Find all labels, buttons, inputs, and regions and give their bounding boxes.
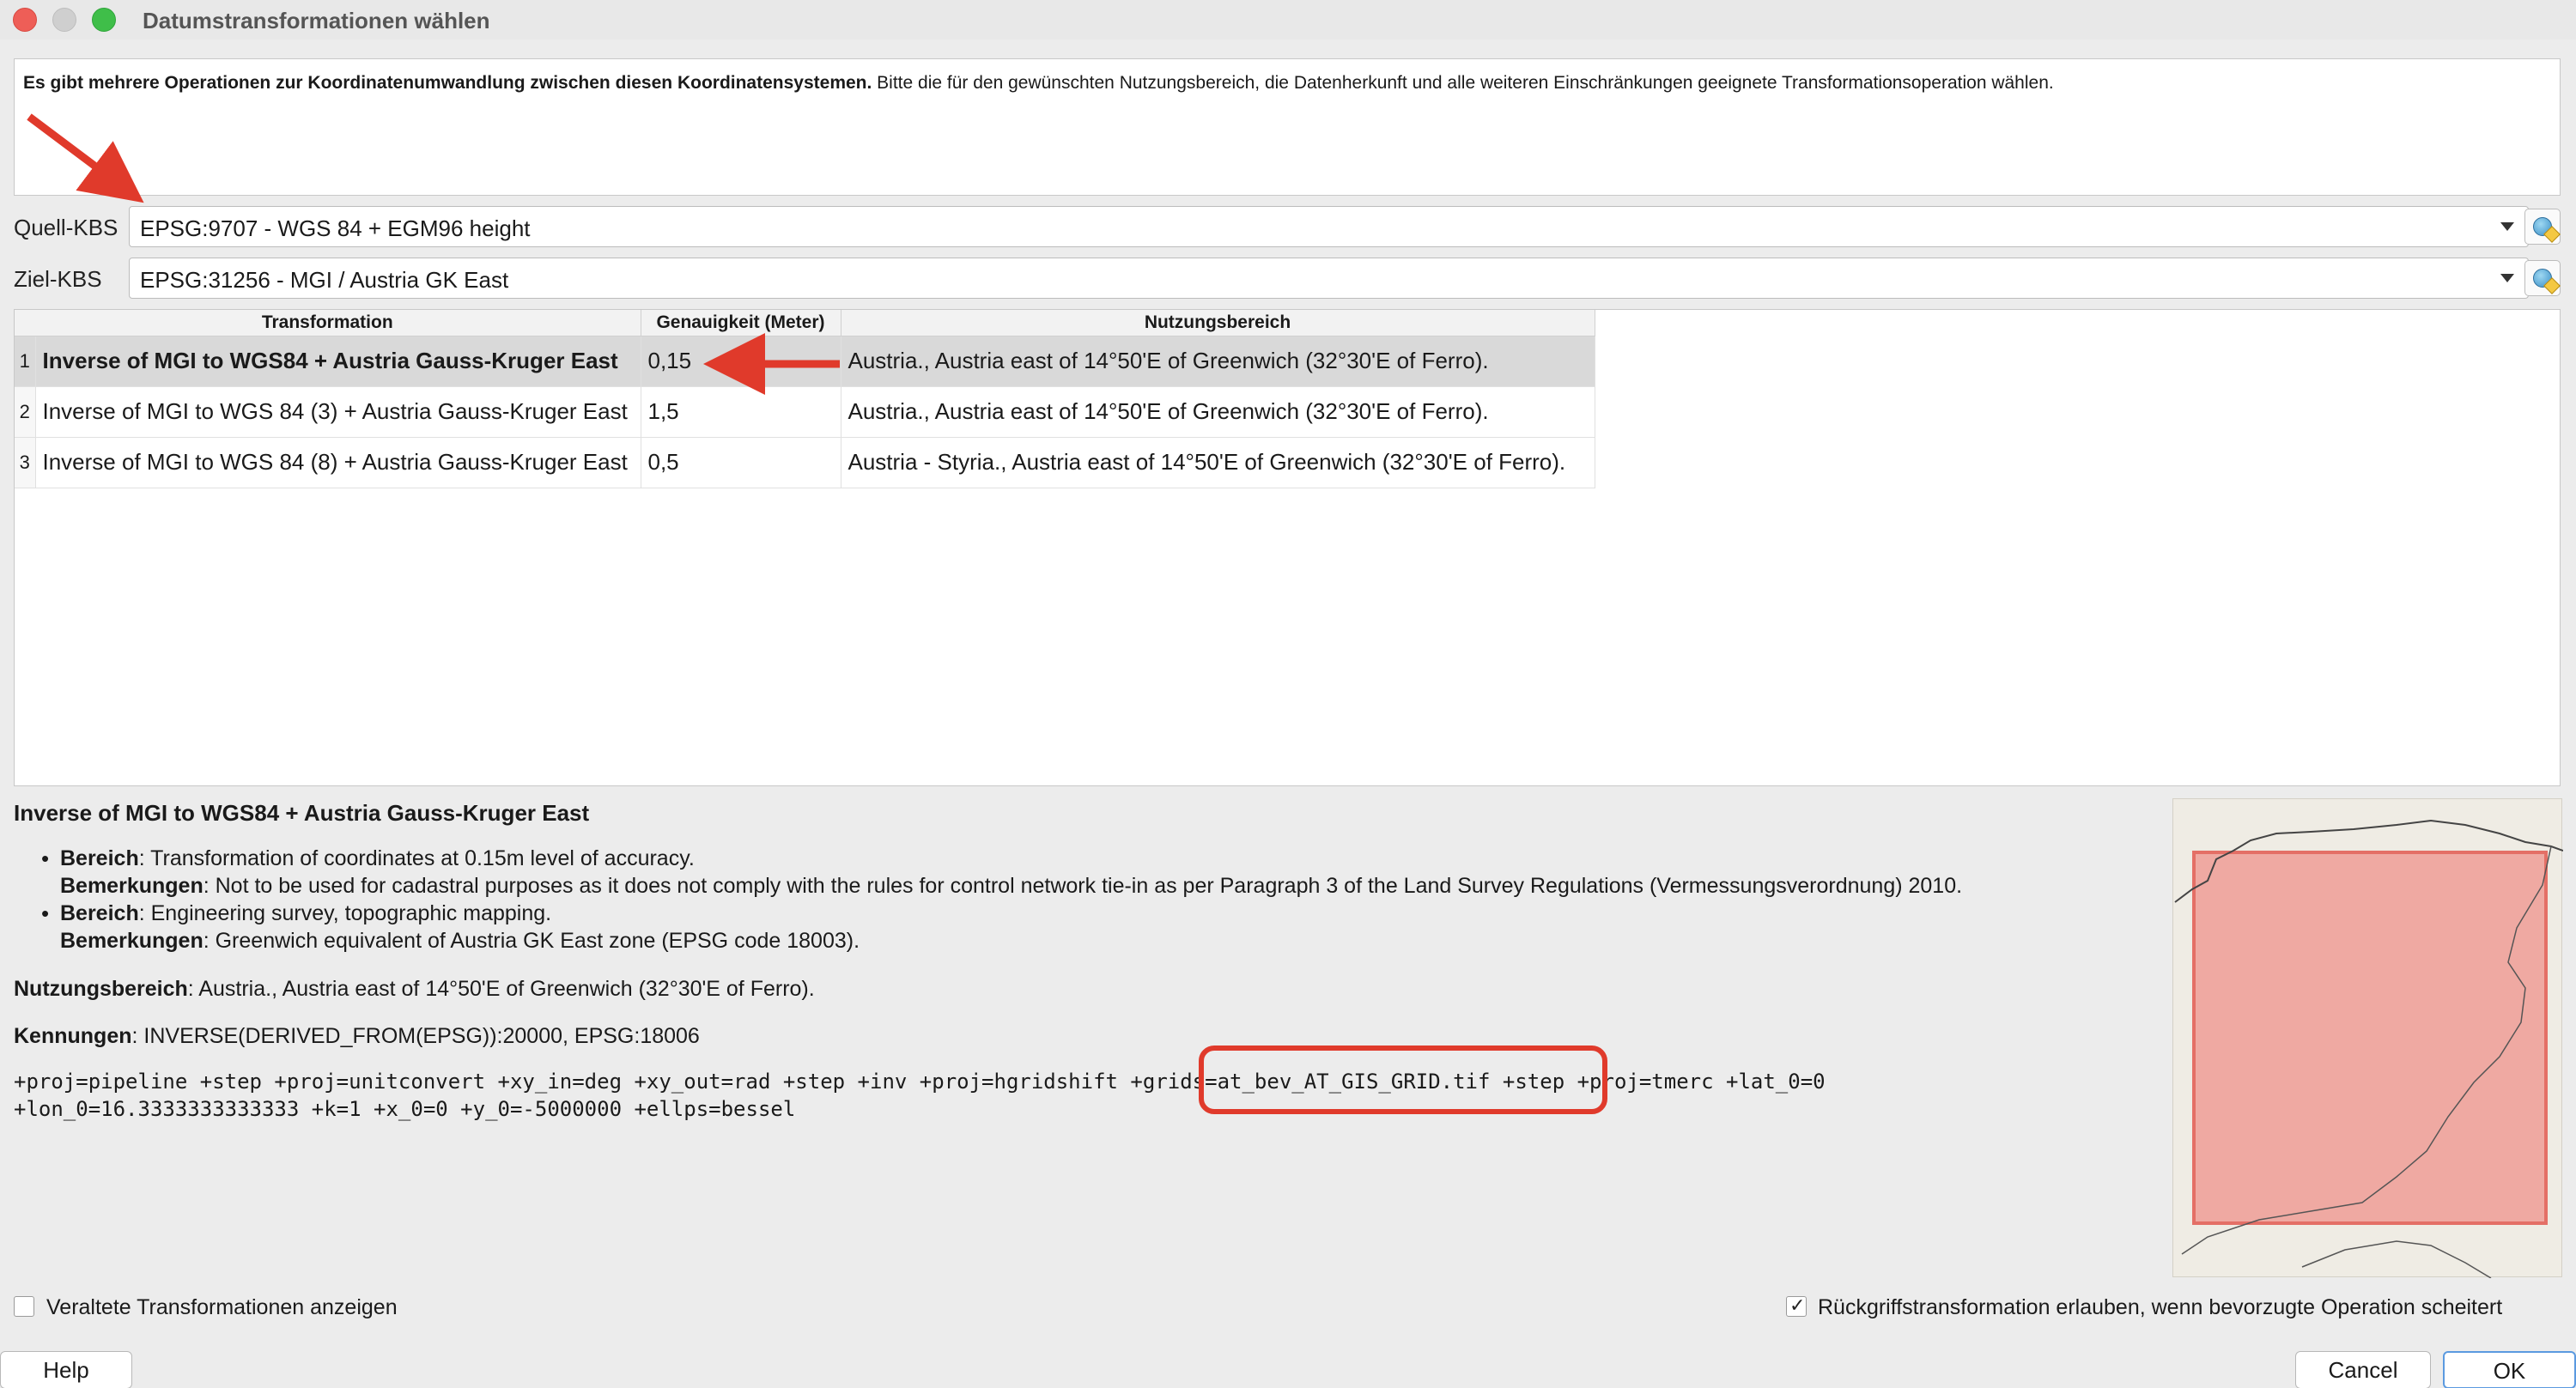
list-item: Bereich: Transformation of coordinates a… bbox=[41, 845, 1963, 900]
table-row[interactable]: 2 Inverse of MGI to WGS 84 (3) + Austria… bbox=[15, 386, 1595, 438]
transformation-cell: Inverse of MGI to WGS 84 (8) + Austria G… bbox=[35, 437, 641, 488]
maximize-window-button[interactable] bbox=[92, 8, 116, 32]
target-crs-label: Ziel-KBS bbox=[14, 266, 102, 292]
remarks-label: Bemerkungen bbox=[60, 874, 204, 898]
ok-button[interactable]: OK bbox=[2443, 1351, 2576, 1388]
column-header-area[interactable]: Nutzungsbereich bbox=[841, 310, 1595, 336]
area-cell: Austria., Austria east of 14°50'E of Gre… bbox=[841, 336, 1595, 387]
close-window-button[interactable] bbox=[13, 8, 37, 32]
scope-label: Bereich bbox=[60, 901, 139, 925]
checkmark-icon: ✓ bbox=[1789, 1294, 1806, 1316]
table-row[interactable]: 1 Inverse of MGI to WGS84 + Austria Gaus… bbox=[15, 336, 1595, 387]
extent-rectangle bbox=[2192, 851, 2548, 1225]
show-deprecated-label[interactable]: Veraltete Transformationen anzeigen bbox=[46, 1295, 398, 1320]
source-crs-value: EPSG:9707 - WGS 84 + EGM96 height bbox=[140, 215, 531, 241]
area-cell: Austria., Austria east of 14°50'E of Gre… bbox=[841, 386, 1595, 438]
column-header-accuracy[interactable]: Genauigkeit (Meter) bbox=[641, 310, 841, 336]
country-border bbox=[2301, 1240, 2492, 1278]
target-crs-combobox[interactable]: EPSG:31256 - MGI / Austria GK East bbox=[129, 258, 2529, 299]
help-button[interactable]: Help bbox=[0, 1351, 132, 1388]
source-crs-combobox[interactable]: EPSG:9707 - WGS 84 + EGM96 height bbox=[129, 206, 2529, 247]
row-number: 3 bbox=[15, 437, 36, 488]
details-area: Nutzungsbereich: Austria., Austria east … bbox=[14, 977, 815, 1002]
target-crs-value: EPSG:31256 - MGI / Austria GK East bbox=[140, 267, 509, 293]
area-label: Nutzungsbereich bbox=[14, 977, 188, 1001]
details-title: Inverse of MGI to WGS84 + Austria Gauss-… bbox=[14, 800, 590, 826]
minimize-window-button[interactable] bbox=[52, 8, 76, 32]
accuracy-cell: 0,5 bbox=[641, 437, 841, 488]
remarks-label: Bemerkungen bbox=[60, 929, 204, 953]
target-crs-select-button[interactable] bbox=[2524, 260, 2561, 296]
cancel-button[interactable]: Cancel bbox=[2295, 1351, 2431, 1388]
extent-map-graphic bbox=[2174, 819, 2563, 1278]
globe-icon bbox=[2533, 217, 2552, 236]
proj-string-line-2: +lon_0=16.3333333333333 +k=1 +x_0=0 +y_0… bbox=[14, 1097, 796, 1121]
proj-string-line-1: +proj=pipeline +step +proj=unitconvert +… bbox=[14, 1070, 1826, 1094]
source-crs-row: Quell-KBS EPSG:9707 - WGS 84 + EGM96 hei… bbox=[14, 206, 2561, 247]
extent-map bbox=[2172, 798, 2563, 1278]
remarks-text: : Greenwich equivalent of Austria GK Eas… bbox=[203, 929, 860, 953]
target-crs-row: Ziel-KBS EPSG:31256 - MGI / Austria GK E… bbox=[14, 258, 2561, 299]
column-header-transformation[interactable]: Transformation bbox=[15, 310, 641, 336]
proj-string: +proj=pipeline +step +proj=unitconvert +… bbox=[14, 1068, 1989, 1123]
grid-file-highlight bbox=[1199, 1046, 1607, 1114]
title-bar: Datumstransformationen wählen bbox=[0, 0, 2576, 39]
info-message-text: Bitte die für den gewünschten Nutzungsbe… bbox=[872, 73, 2054, 93]
row-number: 1 bbox=[15, 336, 36, 387]
allow-fallback-checkbox[interactable]: ✓ bbox=[1786, 1294, 1807, 1317]
chevron-down-icon bbox=[2500, 274, 2514, 282]
scope-label: Bereich bbox=[60, 846, 139, 870]
identifiers-label: Kennungen bbox=[14, 1024, 132, 1048]
transformation-cell: Inverse of MGI to WGS 84 (3) + Austria G… bbox=[35, 386, 641, 438]
chevron-down-icon bbox=[2500, 222, 2514, 231]
area-text: : Austria., Austria east of 14°50'E of G… bbox=[187, 977, 815, 1001]
show-deprecated-checkbox[interactable] bbox=[14, 1296, 34, 1317]
scope-text: : Engineering survey, topographic mappin… bbox=[138, 901, 552, 925]
window-title: Datumstransformationen wählen bbox=[143, 8, 490, 33]
remarks-text: : Not to be used for cadastral purposes … bbox=[203, 874, 1963, 898]
identifiers-text: : INVERSE(DERIVED_FROM(EPSG)):20000, EPS… bbox=[131, 1024, 700, 1048]
table-row[interactable]: 3 Inverse of MGI to WGS 84 (8) + Austria… bbox=[15, 437, 1595, 488]
source-crs-select-button[interactable] bbox=[2524, 209, 2561, 245]
info-message-bold: Es gibt mehrere Operationen zur Koordina… bbox=[23, 73, 872, 93]
row-number: 2 bbox=[15, 386, 36, 438]
transformation-cell: Inverse of MGI to WGS84 + Austria Gauss-… bbox=[35, 336, 641, 387]
transformations-table: Transformation Genauigkeit (Meter) Nutzu… bbox=[14, 309, 2561, 786]
details-identifiers: Kennungen: INVERSE(DERIVED_FROM(EPSG)):2… bbox=[14, 1024, 700, 1049]
area-cell: Austria - Styria., Austria east of 14°50… bbox=[841, 437, 1595, 488]
info-message-box: Es gibt mehrere Operationen zur Koordina… bbox=[14, 58, 2561, 196]
accuracy-cell: 1,5 bbox=[641, 386, 841, 438]
accuracy-cell: 0,15 bbox=[641, 336, 841, 387]
details-list: Bereich: Transformation of coordinates a… bbox=[41, 845, 1963, 955]
source-crs-label: Quell-KBS bbox=[14, 215, 118, 240]
scope-text: : Transformation of coordinates at 0.15m… bbox=[138, 846, 695, 870]
allow-fallback-label[interactable]: Rückgriffstransformation erlauben, wenn … bbox=[1818, 1295, 2502, 1320]
list-item: Bereich: Engineering survey, topographic… bbox=[41, 900, 1962, 955]
globe-icon bbox=[2533, 269, 2552, 288]
